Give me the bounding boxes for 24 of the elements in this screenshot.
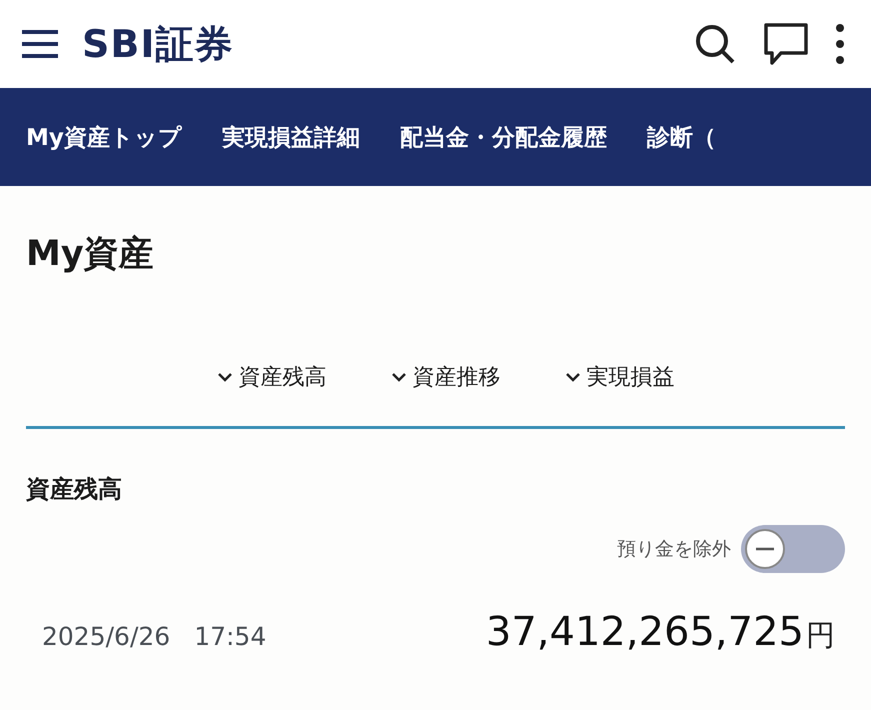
menu-icon[interactable] bbox=[20, 28, 60, 60]
anchor-link[interactable]: 資産推移 bbox=[390, 362, 500, 392]
more-icon[interactable] bbox=[835, 22, 845, 66]
toggle-label: 預り金を除外 bbox=[617, 537, 731, 562]
chat-icon[interactable] bbox=[763, 22, 809, 66]
amount-value: 37,412,265,725 bbox=[486, 609, 804, 655]
nav-tab[interactable]: 配当金・分配金履歴 bbox=[400, 122, 607, 152]
chevron-down-icon bbox=[390, 371, 406, 383]
time-text: 17:54 bbox=[194, 622, 266, 651]
anchor-link[interactable]: 資産残高 bbox=[216, 362, 326, 392]
nav-tab[interactable]: 診断（ bbox=[646, 122, 716, 152]
anchor-link[interactable]: 実現損益 bbox=[564, 362, 674, 392]
toggle-switch[interactable] bbox=[741, 525, 845, 573]
logo[interactable]: SBI証券 bbox=[82, 18, 234, 70]
minus-icon bbox=[756, 547, 774, 551]
chevron-down-icon bbox=[564, 371, 580, 383]
date-text: 2025/6/26 bbox=[42, 622, 170, 651]
section-title: 資産残高 bbox=[25, 474, 123, 505]
search-icon[interactable] bbox=[693, 22, 737, 66]
nav-tab[interactable]: My資産トップ bbox=[26, 122, 182, 152]
nav-tab[interactable]: 実現損益詳細 bbox=[222, 122, 360, 152]
chevron-down-icon bbox=[216, 371, 232, 383]
currency-unit: 円 bbox=[806, 617, 835, 654]
page-title: My資産 bbox=[25, 233, 155, 276]
